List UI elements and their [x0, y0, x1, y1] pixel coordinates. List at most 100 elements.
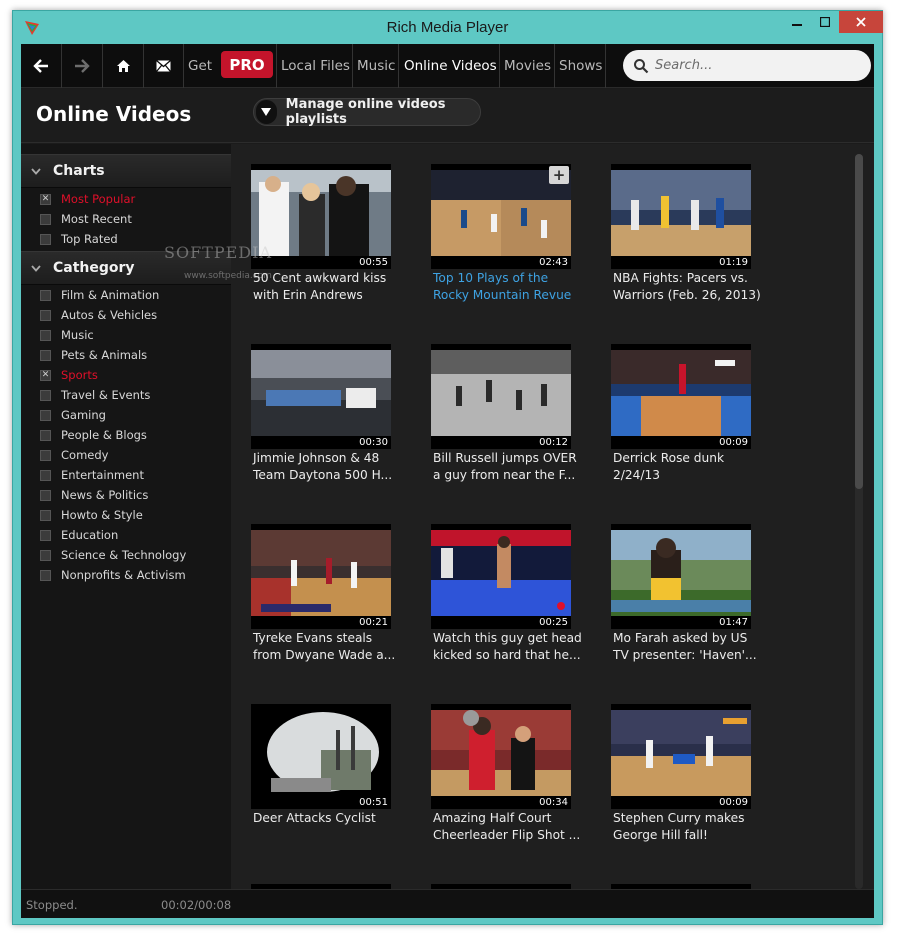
video-title[interactable]: Top 10 Plays of the Rocky Mountain Revue [433, 270, 583, 304]
checkbox-checked[interactable]: ✕ [40, 193, 51, 205]
close-button[interactable] [839, 11, 883, 33]
category-item-comedy[interactable]: Comedy [21, 445, 231, 465]
search-box[interactable] [623, 50, 871, 81]
category-item-travel-events[interactable]: Travel & Events [21, 385, 231, 405]
checkbox[interactable] [40, 213, 51, 225]
back-button[interactable] [21, 44, 61, 88]
video-card[interactable]: 00:25 Watch this guy get head kicked so … [431, 524, 601, 694]
category-item-gaming[interactable]: Gaming [21, 405, 231, 425]
video-card[interactable]: 00:21 Tyreke Evans steals from Dwyane Wa… [251, 524, 421, 694]
video-title[interactable]: Jimmie Johnson & 48 Team Daytona 500 H..… [253, 450, 403, 484]
video-title[interactable]: Derrick Rose dunk 2/24/13 [613, 450, 763, 484]
search-input[interactable] [655, 54, 860, 77]
manage-playlists-button[interactable]: Manage online videos playlists [253, 97, 481, 127]
video-card[interactable]: 00:30 Jimmie Johnson & 48 Team Daytona 5… [251, 344, 421, 514]
video-title[interactable]: 50 Cent awkward kiss with Erin Andrews [253, 270, 403, 304]
checkbox[interactable] [40, 349, 51, 361]
category-item-sports[interactable]: ✕ Sports [21, 365, 231, 385]
tab-local-files[interactable]: Local Files [281, 44, 350, 88]
category-item-science-technology[interactable]: Science & Technology [21, 545, 231, 565]
category-item-autos-vehicles[interactable]: Autos & Vehicles [21, 305, 231, 325]
video-thumbnail[interactable]: 00:12 [431, 344, 571, 449]
video-card[interactable]: 01:47 Mo Farah asked by US TV presenter:… [611, 524, 781, 694]
video-card[interactable]: 00:34 Amazing Half Court Cheerleader Fli… [431, 704, 601, 874]
video-card[interactable]: 00:12 Bill Russell jumps OVER a guy from… [431, 344, 601, 514]
checkbox[interactable] [40, 469, 51, 481]
checkbox[interactable] [40, 329, 51, 341]
checkbox[interactable] [40, 549, 51, 561]
checkbox[interactable] [40, 309, 51, 321]
video-thumbnail[interactable]: 00:09 [611, 704, 751, 809]
category-item-nonprofits-activism[interactable]: Nonprofits & Activism [21, 565, 231, 585]
video-thumbnail[interactable]: 00:55 [251, 164, 391, 269]
video-title[interactable]: Mo Farah asked by US TV presenter: 'Have… [613, 630, 763, 664]
video-card[interactable]: 00:09 Derrick Rose dunk 2/24/13 [611, 344, 781, 514]
tab-music[interactable]: Music [357, 44, 395, 88]
category-item-film-animation[interactable]: Film & Animation [21, 285, 231, 305]
video-thumbnail[interactable]: 01:47 [611, 524, 751, 629]
mail-button[interactable] [143, 44, 183, 88]
checkbox[interactable] [40, 489, 51, 501]
video-thumbnail[interactable]: 00:09 [611, 344, 751, 449]
checkbox[interactable] [40, 233, 51, 245]
get-pro-button[interactable]: PRO [221, 51, 273, 78]
minimize-button[interactable] [783, 11, 811, 33]
home-button[interactable] [103, 44, 143, 88]
checkbox[interactable] [40, 569, 51, 581]
video-card[interactable]: 00:55 50 Cent awkward kiss with Erin And… [251, 164, 421, 334]
checkbox[interactable] [40, 289, 51, 301]
checkbox[interactable] [40, 409, 51, 421]
category-item-entertainment[interactable]: Entertainment [21, 465, 231, 485]
category-item-music[interactable]: Music [21, 325, 231, 345]
video-title[interactable]: Deer Attacks Cyclist [253, 810, 403, 827]
maximize-icon [820, 17, 830, 27]
scrollbar-thumb[interactable] [855, 154, 863, 489]
video-title-line1: Top 10 Plays of the [433, 271, 549, 285]
tab-shows[interactable]: Shows [559, 44, 602, 88]
video-thumbnail[interactable]: 00:30 [251, 344, 391, 449]
checkbox[interactable] [40, 509, 51, 521]
video-card[interactable]: + 02:43 Top 10 Plays of the Rocky Mounta… [431, 164, 601, 334]
video-thumbnail-image [431, 530, 571, 616]
video-thumbnail[interactable]: 00:25 [431, 524, 571, 629]
tab-online-videos[interactable]: Online Videos [404, 44, 497, 88]
forward-button[interactable] [62, 44, 102, 88]
title-bar[interactable]: Rich Media Player [13, 11, 883, 44]
chart-item-most-popular[interactable]: ✕ Most Popular [21, 189, 231, 209]
video-card[interactable]: 00:09 Stephen Curry makes George Hill fa… [611, 704, 781, 874]
video-title[interactable]: Stephen Curry makes George Hill fall! [613, 810, 763, 844]
video-title[interactable]: NBA Fights: Pacers vs. Warriors (Feb. 26… [613, 270, 763, 304]
category-item-pets-animals[interactable]: Pets & Animals [21, 345, 231, 365]
checkbox[interactable] [40, 529, 51, 541]
video-thumbnail[interactable]: 00:51 [251, 704, 391, 809]
video-title-line2: George Hill fall! [613, 828, 708, 842]
video-thumbnail[interactable]: 00:21 [251, 524, 391, 629]
video-thumbnail[interactable]: 00:34 [431, 704, 571, 809]
grid-scrollbar[interactable] [855, 154, 863, 889]
checkbox[interactable] [40, 389, 51, 401]
checkbox[interactable] [40, 449, 51, 461]
chart-item-most-recent[interactable]: Most Recent [21, 209, 231, 229]
maximize-button[interactable] [811, 11, 839, 33]
video-title[interactable]: Amazing Half Court Cheerleader Flip Shot… [433, 810, 583, 844]
video-title[interactable]: Tyreke Evans steals from Dwyane Wade a..… [253, 630, 403, 664]
video-thumbnail[interactable]: 01:19 [611, 164, 751, 269]
video-thumbnail[interactable]: + 02:43 [431, 164, 571, 269]
video-card[interactable]: 00:51 Deer Attacks Cyclist [251, 704, 421, 874]
category-item-howto-style[interactable]: Howto & Style [21, 505, 231, 525]
category-item-education[interactable]: Education [21, 525, 231, 545]
chevron-down-icon [25, 167, 47, 175]
checkbox-checked[interactable]: ✕ [40, 369, 51, 381]
charts-section-header[interactable]: Charts [21, 154, 231, 188]
add-to-playlist-icon[interactable]: + [549, 166, 569, 184]
video-title[interactable]: Bill Russell jumps OVER a guy from near … [433, 450, 583, 484]
category-item-people-blogs[interactable]: People & Blogs [21, 425, 231, 445]
tab-movies[interactable]: Movies [504, 44, 551, 88]
video-title[interactable]: Watch this guy get head kicked so hard t… [433, 630, 583, 664]
category-item-news-politics[interactable]: News & Politics [21, 485, 231, 505]
toolbar-divider [183, 44, 184, 88]
video-card[interactable]: 01:19 NBA Fights: Pacers vs. Warriors (F… [611, 164, 781, 334]
duration-label: 00:25 [539, 617, 568, 628]
video-thumbnail-image [251, 350, 391, 436]
checkbox[interactable] [40, 429, 51, 441]
